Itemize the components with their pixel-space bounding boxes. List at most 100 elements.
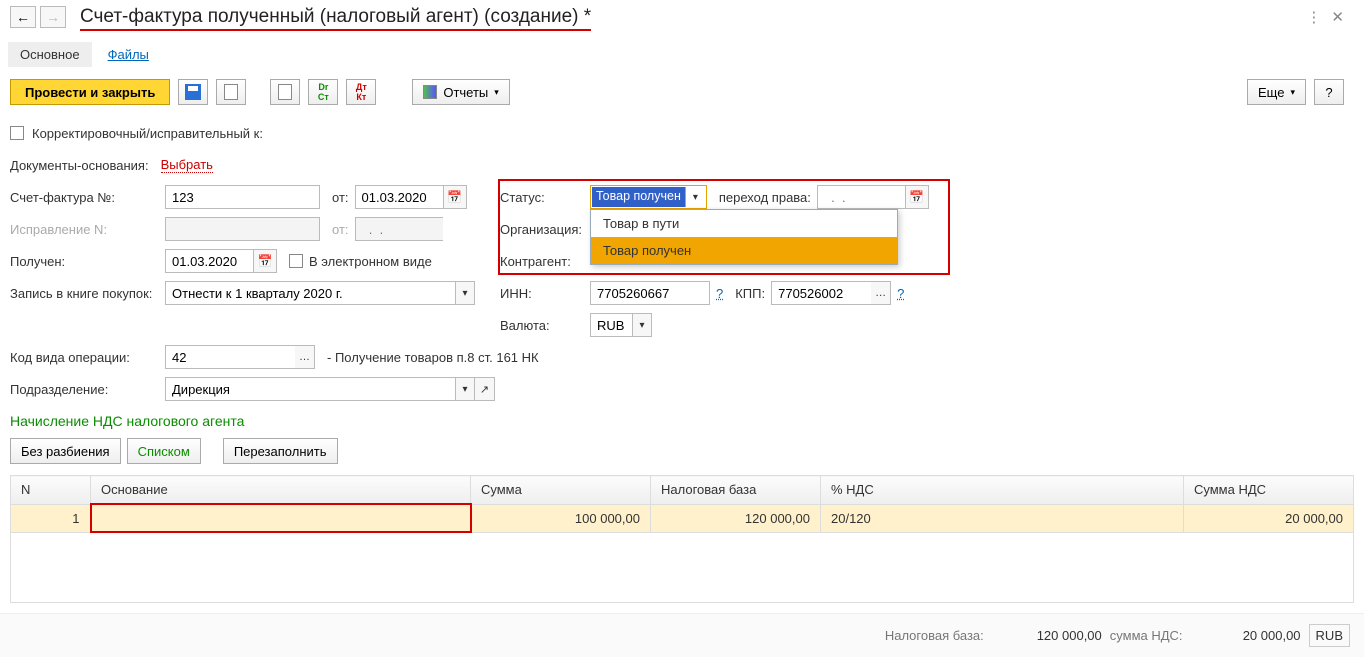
col-vat-sum: Сумма НДС: [1184, 476, 1354, 505]
correction-num-label: Исправление N:: [10, 222, 165, 237]
correction-checkbox[interactable]: [10, 126, 24, 140]
dropdown-icon[interactable]: ▾: [632, 313, 652, 337]
no-split-button[interactable]: Без разбиения: [10, 438, 121, 464]
inn-help[interactable]: ?: [716, 286, 723, 301]
opcode-label: Код вида операции:: [10, 350, 165, 365]
ellipsis-icon[interactable]: …: [871, 281, 891, 305]
status-value: Товар получен: [592, 187, 685, 207]
kpp-input[interactable]: [771, 281, 871, 305]
basis-select-link[interactable]: Выбрать: [161, 157, 213, 173]
total-taxbase-value: 120 000,00: [992, 628, 1102, 643]
vat-table: N Основание Сумма Налоговая база % НДС С…: [10, 475, 1354, 533]
help-button[interactable]: ?: [1314, 79, 1344, 105]
document-icon: [278, 84, 292, 100]
calendar-icon[interactable]: 📅: [443, 185, 467, 209]
calendar-icon[interactable]: 📅: [905, 185, 929, 209]
col-n: N: [11, 476, 91, 505]
dt-kt-icon: ДтКт: [356, 82, 367, 102]
refill-button[interactable]: Перезаполнить: [223, 438, 338, 464]
total-vat-label: сумма НДС:: [1110, 628, 1183, 643]
basis-docs-label: Документы-основания:: [10, 158, 149, 173]
ellipsis-icon[interactable]: …: [295, 345, 315, 369]
document-icon-button[interactable]: [270, 79, 300, 105]
cell-vat-rate[interactable]: 20/120: [821, 504, 1184, 532]
currency-input[interactable]: [590, 313, 632, 337]
open-icon[interactable]: ↗: [475, 377, 495, 401]
invoice-num-input[interactable]: [165, 185, 320, 209]
cell-basis[interactable]: [91, 504, 471, 532]
cell-sum[interactable]: 100 000,00: [471, 504, 651, 532]
opcode-input[interactable]: [165, 345, 295, 369]
correction-date-input: [355, 217, 443, 241]
section-title: Начисление НДС налогового агента: [10, 405, 1354, 435]
transfer-label: переход права:: [719, 190, 811, 205]
calendar-icon[interactable]: 📅: [253, 249, 277, 273]
col-vat-rate: % НДС: [821, 476, 1184, 505]
status-dropdown: Товар в пути Товар получен: [590, 209, 898, 265]
dropdown-icon[interactable]: ▾: [455, 281, 475, 305]
org-label: Организация:: [500, 222, 590, 237]
nav-back-button[interactable]: ←: [10, 6, 36, 28]
dropdown-icon[interactable]: ▾: [685, 187, 705, 207]
report-icon: [423, 85, 437, 99]
opcode-desc: - Получение товаров п.8 ст. 161 НК: [327, 350, 539, 365]
post-icon: [224, 84, 238, 100]
received-label: Получен:: [10, 254, 165, 269]
from-label-2: от:: [332, 222, 349, 237]
contractor-label: Контрагент:: [500, 254, 590, 269]
electronic-checkbox[interactable]: [289, 254, 303, 268]
total-vat-value: 20 000,00: [1191, 628, 1301, 643]
col-tax-base: Налоговая база: [651, 476, 821, 505]
status-option-transit[interactable]: Товар в пути: [591, 210, 897, 237]
dr-ct-icon: DrCт: [318, 82, 329, 102]
from-label-1: от:: [332, 190, 349, 205]
kpp-help[interactable]: ?: [897, 286, 904, 301]
dropdown-icon: ▾: [494, 87, 499, 98]
book-label: Запись в книге покупок:: [10, 286, 165, 301]
cell-vat-sum[interactable]: 20 000,00: [1184, 504, 1354, 532]
post-button[interactable]: [216, 79, 246, 105]
dropdown-icon[interactable]: ▾: [455, 377, 475, 401]
status-label: Статус:: [500, 190, 590, 205]
kpp-label: КПП:: [735, 286, 765, 301]
list-button[interactable]: Списком: [127, 438, 201, 464]
cell-tax-base[interactable]: 120 000,00: [651, 504, 821, 532]
currency-label: Валюта:: [500, 318, 590, 333]
nav-forward-button[interactable]: →: [40, 6, 66, 28]
table-row[interactable]: 1 100 000,00 120 000,00 20/120 20 000,00: [11, 504, 1354, 532]
cell-n[interactable]: 1: [11, 504, 91, 532]
book-input[interactable]: [165, 281, 455, 305]
col-basis: Основание: [91, 476, 471, 505]
correction-num-input: [165, 217, 320, 241]
close-icon[interactable]: ✕: [1331, 8, 1344, 26]
col-sum: Сумма: [471, 476, 651, 505]
page-title: Счет-фактура полученный (налоговый агент…: [80, 6, 591, 31]
invoice-date-input[interactable]: [355, 185, 443, 209]
total-currency: RUB: [1309, 624, 1350, 647]
dt-kt-button[interactable]: ДтКт: [346, 79, 376, 105]
dept-input[interactable]: [165, 377, 455, 401]
save-icon: [185, 84, 201, 100]
reports-button[interactable]: Отчеты ▾: [412, 79, 509, 105]
electronic-label: В электронном виде: [309, 254, 432, 269]
received-date-input[interactable]: [165, 249, 253, 273]
tab-files[interactable]: Файлы: [96, 42, 161, 67]
save-button[interactable]: [178, 79, 208, 105]
table-blank-area: [10, 533, 1354, 603]
header-menu-icon[interactable]: ⋮: [1306, 8, 1321, 26]
dropdown-icon: ▾: [1290, 87, 1295, 98]
post-and-close-button[interactable]: Провести и закрыть: [10, 79, 170, 105]
inn-label: ИНН:: [500, 286, 590, 301]
more-button[interactable]: Еще ▾: [1247, 79, 1306, 105]
invoice-num-label: Счет-фактура №:: [10, 190, 165, 205]
transfer-date-input[interactable]: [817, 185, 905, 209]
status-option-received[interactable]: Товар получен: [591, 237, 897, 264]
status-select[interactable]: Товар получен ▾: [590, 185, 707, 209]
inn-input[interactable]: [590, 281, 710, 305]
total-taxbase-label: Налоговая база:: [885, 628, 984, 643]
tab-main[interactable]: Основное: [8, 42, 92, 67]
correction-checkbox-label: Корректировочный/исправительный к:: [32, 126, 263, 141]
dept-label: Подразделение:: [10, 382, 165, 397]
dr-ct-button[interactable]: DrCт: [308, 79, 338, 105]
reports-label: Отчеты: [443, 85, 488, 100]
